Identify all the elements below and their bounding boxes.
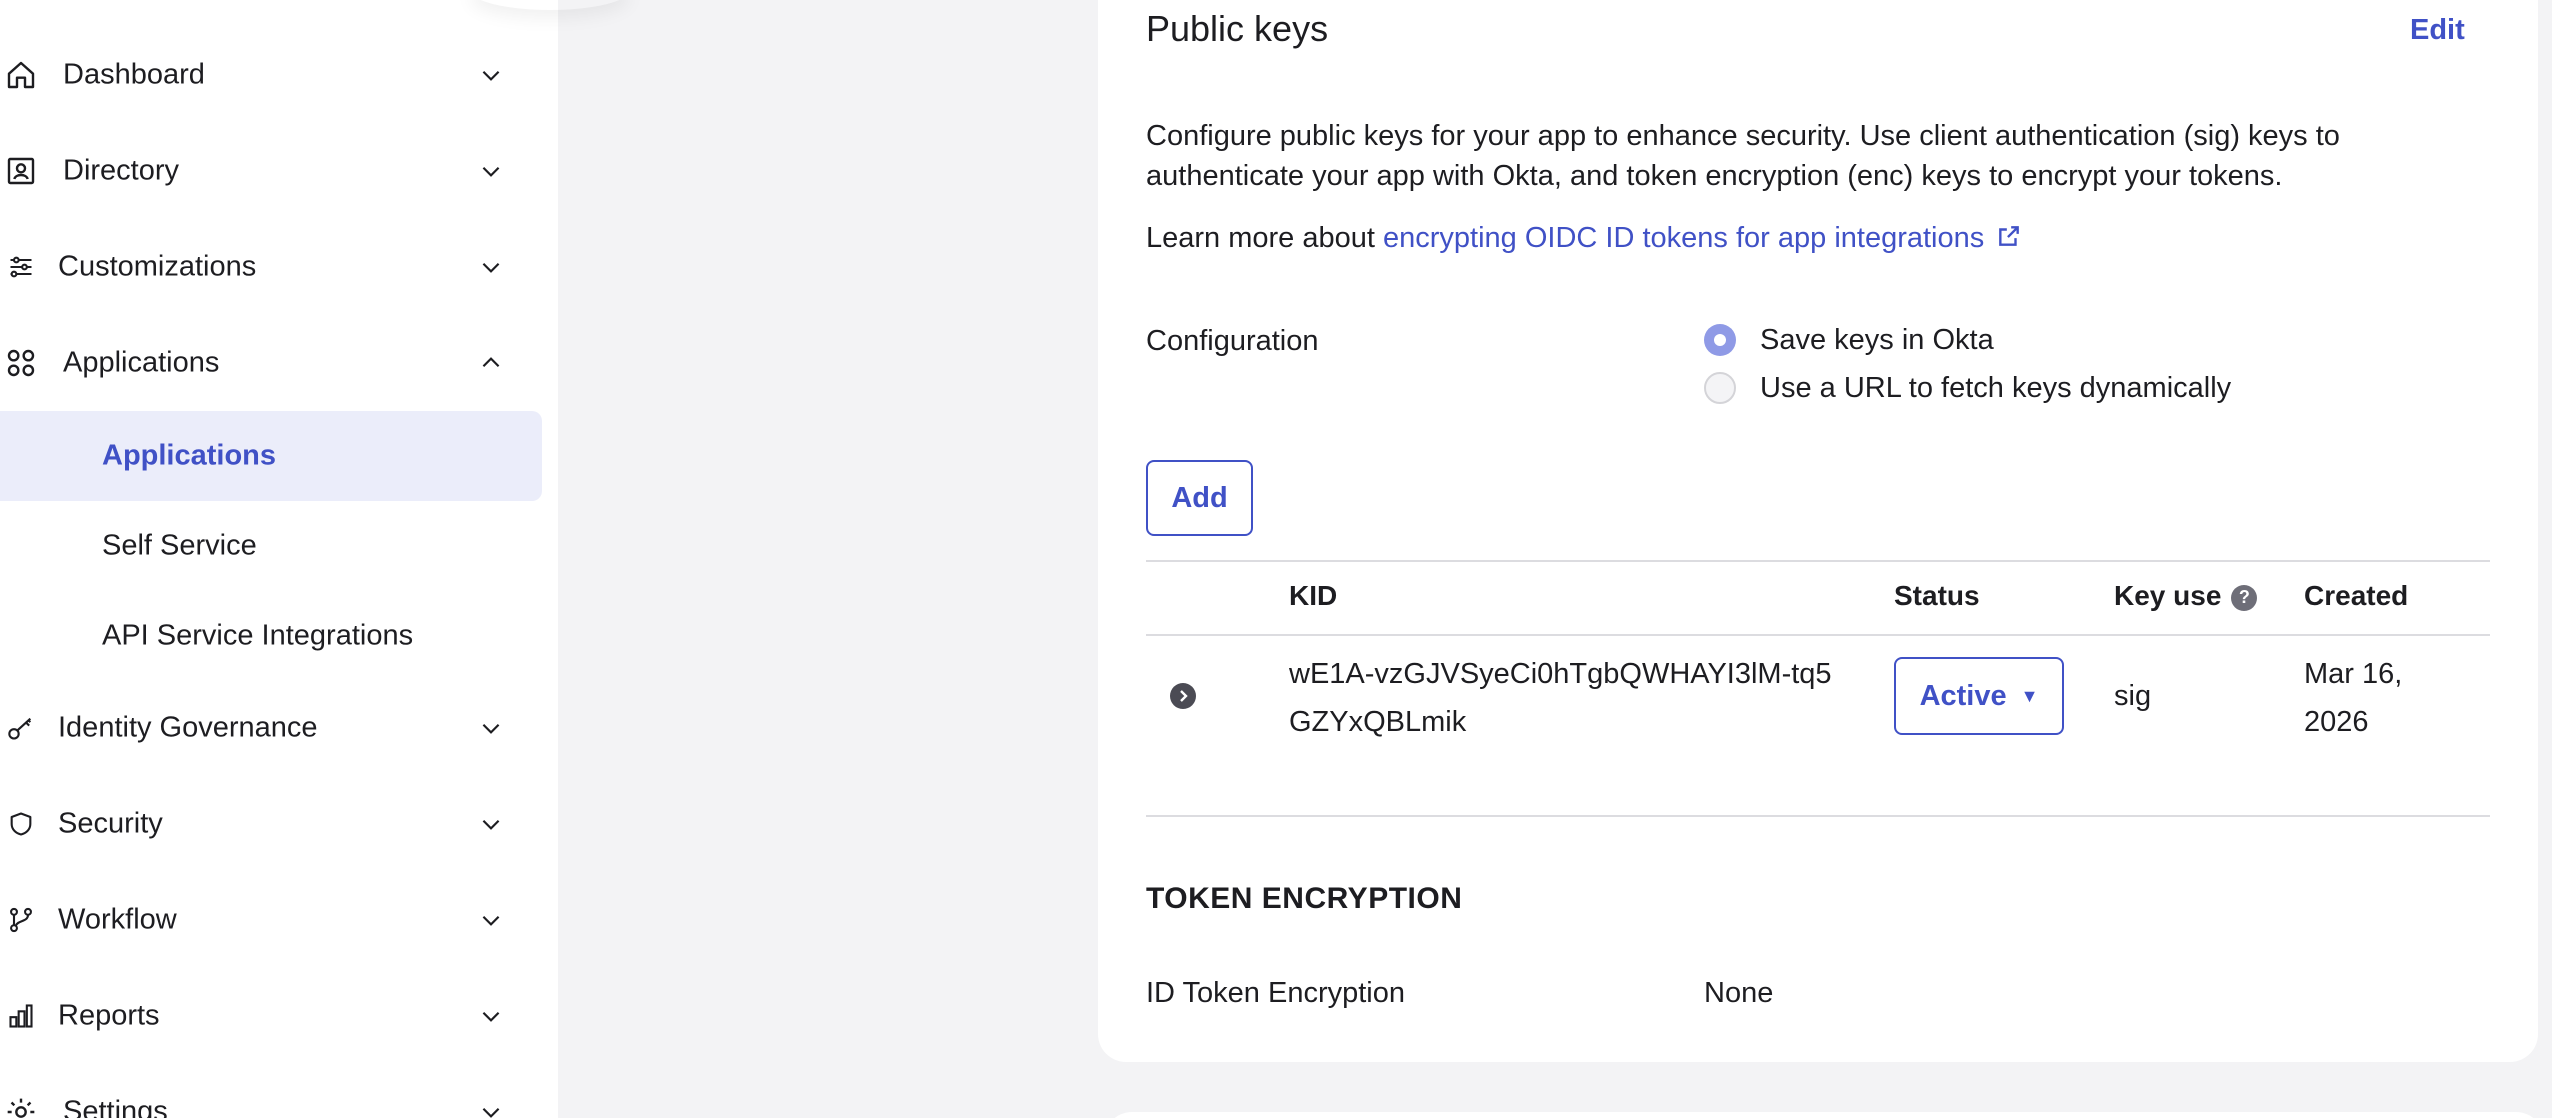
next-card [1104, 1112, 2544, 1118]
radio-button-unchecked[interactable] [1704, 372, 1736, 404]
sidebar-item-security[interactable]: Security [0, 784, 540, 864]
edit-link[interactable]: Edit [2410, 14, 2465, 47]
sidebar-item-label: Customizations [58, 250, 257, 283]
configuration-label: Configuration [1146, 325, 1319, 357]
sidebar-header-shadow [470, 0, 630, 10]
add-key-button[interactable]: Add [1146, 460, 1253, 536]
sidebar-subitem-applications[interactable]: Applications [0, 411, 542, 501]
chevron-down-icon [482, 1107, 500, 1118]
sidebar-item-label: Directory [63, 154, 180, 187]
chevron-down-icon [482, 819, 500, 830]
workflow-icon [4, 903, 38, 937]
chevron-down-icon [482, 166, 500, 177]
sliders-icon [4, 250, 38, 284]
column-header-kid: KID [1289, 580, 1338, 611]
chevron-up-icon [482, 357, 500, 368]
id-token-encryption-label: ID Token Encryption [1146, 977, 1405, 1009]
caret-down-icon: ▼ [2020, 685, 2039, 706]
bar-chart-icon [4, 999, 38, 1033]
sidebar-item-label: Dashboard [63, 58, 205, 91]
id-token-encryption-value: None [1704, 977, 1774, 1009]
created-cell: Mar 16, 2026 [2304, 658, 2403, 738]
sidebar-subitem-api-service-integrations[interactable]: API Service Integrations [0, 591, 542, 681]
sidebar-item-applications[interactable]: Applications [0, 323, 540, 403]
learn-more-text: Learn more about encrypting OIDC ID toke… [1146, 222, 2022, 255]
table-bottom-divider [1146, 815, 2490, 817]
card-title: Public keys [1146, 8, 1329, 49]
kid-cell: wE1A-vzGJVSyeCi0hTgbQWHAYI3lM-tq5GZYxQBL… [1289, 658, 1832, 738]
radio-save-keys-in-okta[interactable]: Save keys in Okta [1704, 320, 1994, 360]
learn-more-link[interactable]: encrypting OIDC ID tokens for app integr… [1383, 222, 2022, 254]
apps-grid-icon [4, 346, 38, 380]
external-link-icon [1999, 226, 2020, 246]
radio-label: Save keys in Okta [1760, 323, 1994, 356]
sidebar-item-customizations[interactable]: Customizations [0, 227, 540, 307]
sidebar-item-dashboard[interactable]: Dashboard [0, 35, 540, 115]
home-icon [4, 58, 38, 92]
table-header-divider [1146, 634, 2490, 636]
sidebar-subitem-label: API Service Integrations [102, 619, 414, 652]
key-icon [4, 711, 38, 745]
sidebar-item-label: Workflow [58, 903, 177, 936]
learn-more-prefix: Learn more about [1146, 222, 1375, 254]
radio-button-checked[interactable] [1704, 324, 1736, 356]
help-icon[interactable]: ? [2231, 584, 2258, 611]
sidebar-item-label: Reports [58, 999, 160, 1032]
gear-icon [4, 1095, 38, 1118]
chevron-down-icon [482, 1011, 500, 1022]
sidebar: Dashboard Directory Customizations Appli… [0, 0, 558, 1118]
key-use-cell: sig [2114, 680, 2152, 712]
sidebar-subitem-label: Applications [102, 439, 277, 472]
radio-label: Use a URL to fetch keys dynamically [1760, 371, 2232, 404]
column-header-key-use-label: Key use [2114, 580, 2222, 611]
learn-more-link-text: encrypting OIDC ID tokens for app integr… [1383, 222, 1985, 254]
sidebar-item-settings[interactable]: Settings [0, 1072, 540, 1118]
sidebar-item-workflow[interactable]: Workflow [0, 880, 540, 960]
sidebar-item-directory[interactable]: Directory [0, 131, 540, 211]
column-header-created: Created [2304, 580, 2409, 611]
column-header-key-use: Key use? [2114, 580, 2258, 612]
status-label: Active [1919, 679, 2007, 712]
token-encryption-title: TOKEN ENCRYPTION [1146, 882, 1463, 915]
sidebar-item-identity-governance[interactable]: Identity Governance [0, 688, 540, 768]
directory-icon [4, 154, 38, 188]
sidebar-subitem-label: Self Service [102, 529, 257, 562]
chevron-down-icon [482, 70, 500, 81]
chevron-down-icon [482, 262, 500, 273]
radio-use-url-fetch-keys[interactable]: Use a URL to fetch keys dynamically [1704, 368, 2231, 408]
sidebar-subitem-self-service[interactable]: Self Service [0, 501, 542, 591]
chevron-down-icon [482, 915, 500, 926]
sidebar-item-label: Identity Governance [58, 711, 318, 744]
sidebar-item-label: Security [58, 807, 163, 840]
chevron-down-icon [482, 723, 500, 734]
shield-icon [4, 807, 38, 841]
expand-row-icon[interactable] [1170, 683, 1196, 709]
sidebar-item-reports[interactable]: Reports [0, 976, 540, 1056]
status-dropdown-button[interactable]: Active ▼ [1894, 657, 2064, 735]
description-text: Configure public keys for your app to en… [1146, 120, 2340, 192]
sidebar-item-label: Applications [63, 346, 220, 379]
column-header-status: Status [1894, 580, 1980, 611]
table-top-divider [1146, 560, 2490, 562]
sidebar-item-label: Settings [63, 1095, 168, 1118]
